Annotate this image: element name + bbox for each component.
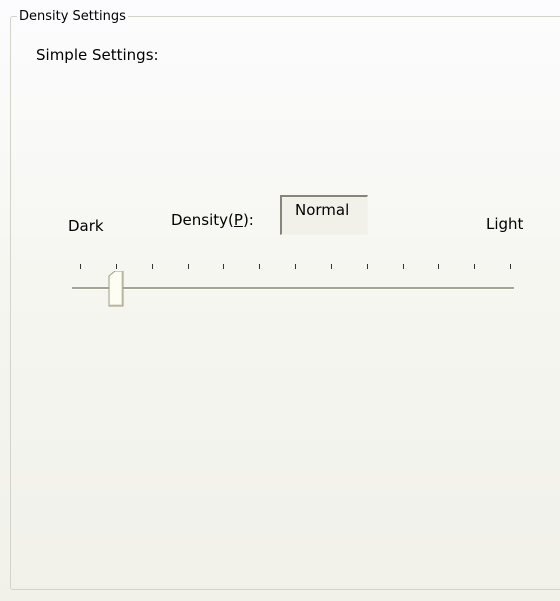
slider-track[interactable] bbox=[72, 287, 514, 290]
density-slider[interactable] bbox=[64, 256, 524, 312]
simple-settings-label: Simple Settings: bbox=[36, 46, 159, 64]
density-label-mnemonic: P bbox=[233, 211, 243, 229]
slider-tick bbox=[116, 264, 117, 269]
slider-tick bbox=[331, 264, 332, 269]
slider-tick bbox=[438, 264, 439, 269]
density-label-suffix: ): bbox=[242, 211, 254, 229]
slider-tick bbox=[474, 264, 475, 269]
slider-tick bbox=[259, 264, 260, 269]
density-label-prefix: Density( bbox=[171, 211, 234, 229]
slider-tick bbox=[367, 264, 368, 269]
slider-thumb[interactable] bbox=[108, 271, 124, 307]
dark-label: Dark bbox=[68, 217, 104, 235]
slider-tick bbox=[188, 264, 189, 269]
slider-tick bbox=[152, 264, 153, 269]
slider-tick bbox=[295, 264, 296, 269]
slider-tick bbox=[223, 264, 224, 269]
slider-tick bbox=[80, 264, 81, 269]
slider-tick bbox=[510, 264, 511, 269]
density-label: Density(P): bbox=[171, 211, 254, 229]
density-value-display: Normal bbox=[280, 195, 368, 235]
light-label: Light bbox=[486, 215, 524, 233]
group-title: Density Settings bbox=[17, 9, 128, 24]
slider-tick bbox=[403, 264, 404, 269]
